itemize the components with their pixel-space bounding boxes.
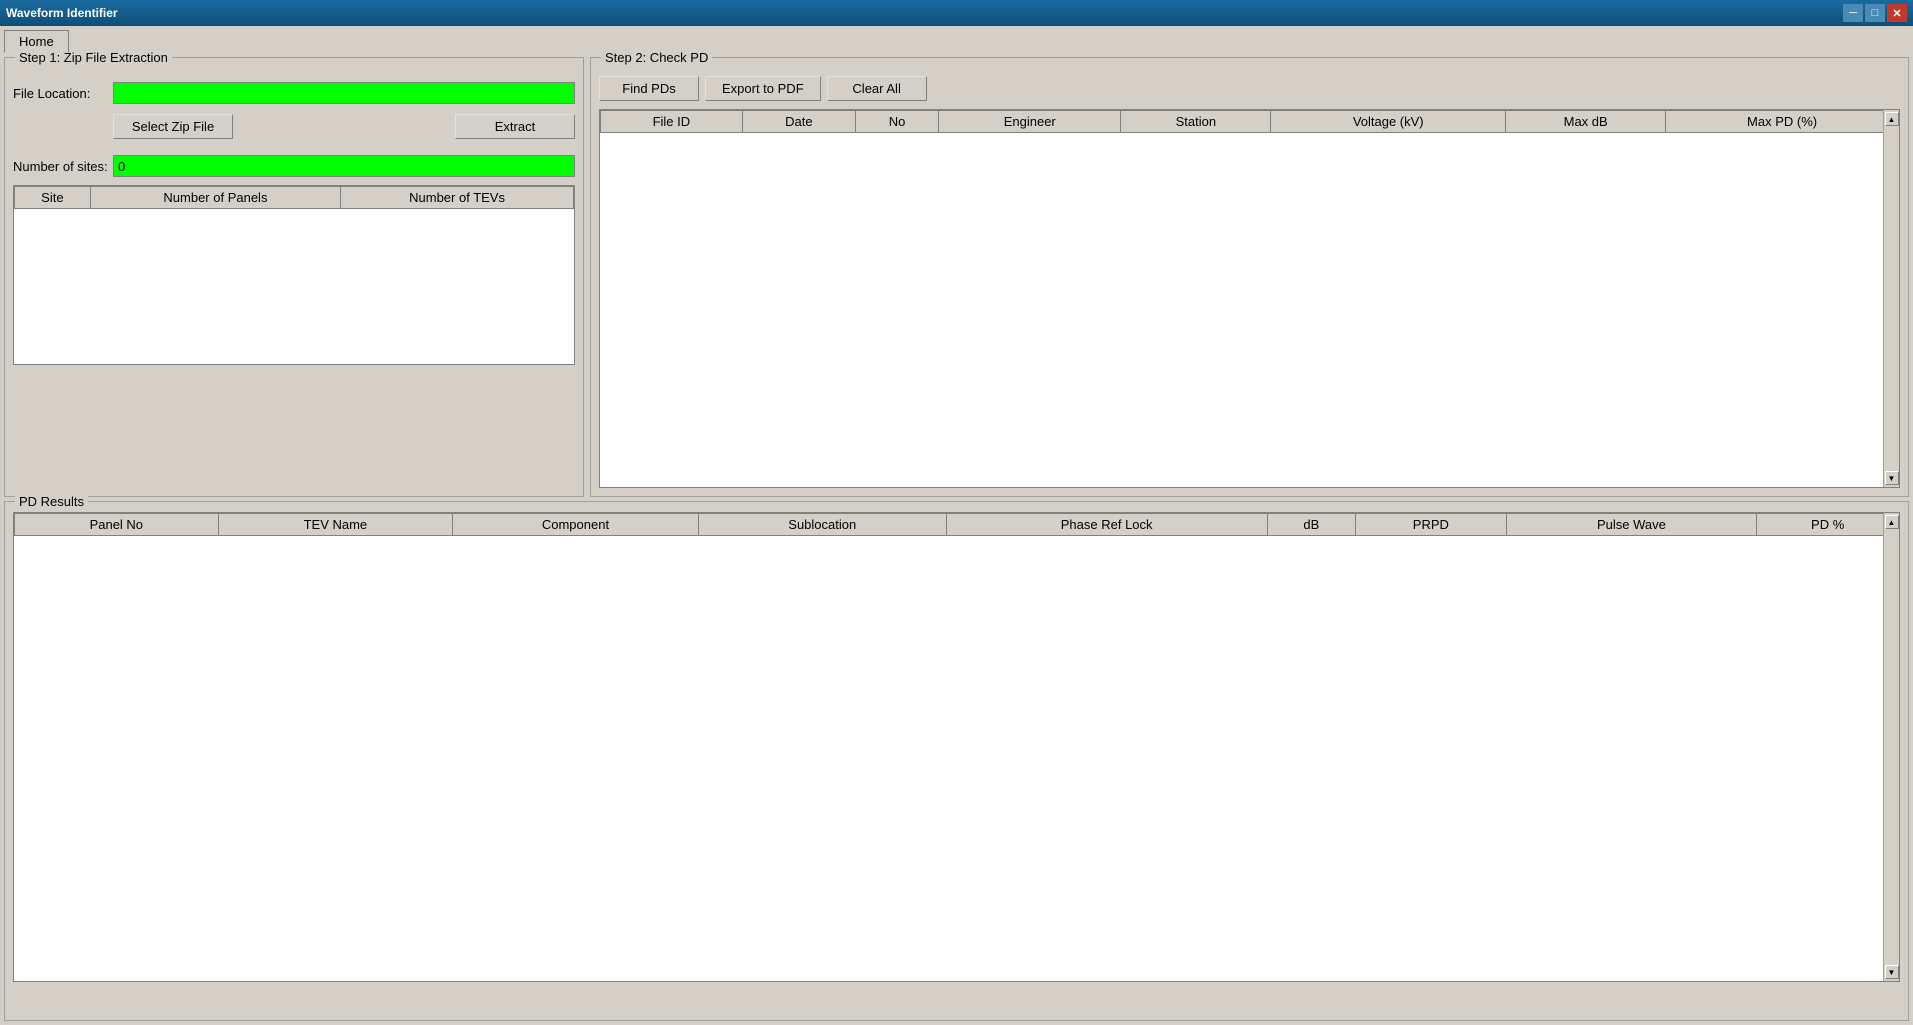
step2-label: Step 2: Check PD: [601, 50, 712, 65]
step2-col-no: No: [856, 111, 939, 133]
pd-col-pd-percent: PD %: [1757, 514, 1899, 536]
pd-results-table: Panel No TEV Name Component Sublocation …: [14, 513, 1899, 536]
pd-col-component: Component: [453, 514, 699, 536]
find-pds-button[interactable]: Find PDs: [599, 76, 699, 101]
main-content: Step 1: Zip File Extraction File Locatio…: [0, 53, 1913, 1025]
window-title: Waveform Identifier: [6, 6, 118, 20]
step2-col-voltage: Voltage (kV): [1271, 111, 1506, 133]
tab-bar: Home: [0, 26, 1913, 53]
step2-col-file-id: File ID: [601, 111, 743, 133]
pd-scrollbar-up[interactable]: ▲: [1885, 515, 1899, 529]
pd-col-pulse-wave: Pulse Wave: [1506, 514, 1757, 536]
number-of-sites-input[interactable]: [113, 155, 575, 177]
pd-scrollbar-down[interactable]: ▼: [1885, 965, 1899, 979]
sites-table: Site Number of Panels Number of TEVs: [14, 186, 574, 209]
pd-results-label: PD Results: [15, 494, 88, 509]
sites-col-tevs: Number of TEVs: [341, 187, 574, 209]
maximize-button[interactable]: □: [1865, 4, 1885, 22]
close-button[interactable]: ✕: [1887, 4, 1907, 22]
scrollbar-up[interactable]: ▲: [1885, 112, 1899, 126]
pd-results-scrollbar[interactable]: ▲ ▼: [1883, 513, 1899, 981]
pd-results-table-container[interactable]: Panel No TEV Name Component Sublocation …: [13, 512, 1900, 982]
minimize-button[interactable]: ─: [1843, 4, 1863, 22]
step2-table-container[interactable]: File ID Date No Engineer Station Voltage…: [599, 109, 1900, 488]
sites-col-site: Site: [15, 187, 91, 209]
pd-results-section: PD Results Panel No TEV Name Component S…: [4, 501, 1909, 1021]
zip-buttons-row: Select Zip File Extract: [113, 114, 575, 139]
pd-col-sublocation: Sublocation: [698, 514, 946, 536]
title-bar: Waveform Identifier ─ □ ✕: [0, 0, 1913, 26]
extract-button[interactable]: Extract: [455, 114, 575, 139]
number-of-sites-row: Number of sites:: [13, 155, 575, 177]
pd-col-prpd: PRPD: [1356, 514, 1506, 536]
sites-col-panels: Number of Panels: [90, 187, 340, 209]
pd-col-tev-name: TEV Name: [218, 514, 453, 536]
number-of-sites-label: Number of sites:: [13, 159, 113, 174]
file-location-input[interactable]: [113, 82, 575, 104]
pd-col-db: dB: [1267, 514, 1356, 536]
export-to-pdf-button[interactable]: Export to PDF: [705, 76, 821, 101]
file-location-label: File Location:: [13, 86, 113, 101]
step2-scrollbar[interactable]: ▲ ▼: [1883, 110, 1899, 487]
step2-col-engineer: Engineer: [939, 111, 1121, 133]
pd-col-phase-ref: Phase Ref Lock: [946, 514, 1267, 536]
step2-table: File ID Date No Engineer Station Voltage…: [600, 110, 1899, 133]
scrollbar-down[interactable]: ▼: [1885, 471, 1899, 485]
top-panels: Step 1: Zip File Extraction File Locatio…: [4, 57, 1909, 497]
step2-col-date: Date: [742, 111, 855, 133]
title-bar-buttons: ─ □ ✕: [1843, 4, 1907, 22]
step2-col-max-db: Max dB: [1506, 111, 1666, 133]
step2-panel: Step 2: Check PD Find PDs Export to PDF …: [590, 57, 1909, 497]
step2-buttons: Find PDs Export to PDF Clear All: [599, 76, 1900, 101]
pd-col-panel-no: Panel No: [15, 514, 219, 536]
sites-table-container[interactable]: Site Number of Panels Number of TEVs: [13, 185, 575, 365]
file-location-row: File Location:: [13, 82, 575, 104]
tab-home[interactable]: Home: [4, 30, 69, 53]
step2-col-max-pd: Max PD (%): [1666, 111, 1899, 133]
step2-col-station: Station: [1121, 111, 1271, 133]
app-container: Home Step 1: Zip File Extraction File Lo…: [0, 26, 1913, 1025]
step1-panel: Step 1: Zip File Extraction File Locatio…: [4, 57, 584, 497]
clear-all-button[interactable]: Clear All: [827, 76, 927, 101]
select-zip-button[interactable]: Select Zip File: [113, 114, 233, 139]
